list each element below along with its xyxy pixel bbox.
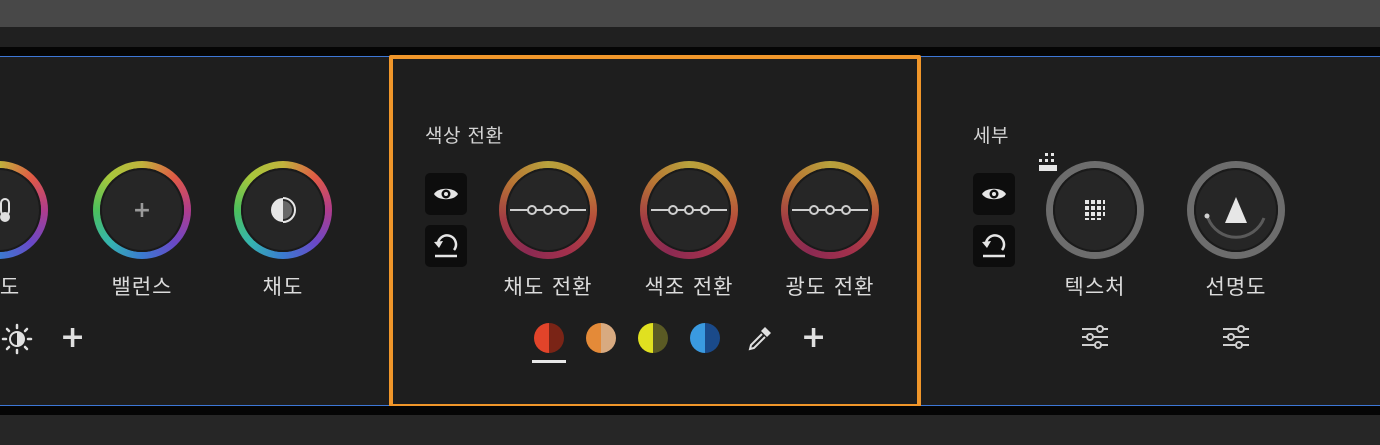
sharpen-label: 선명도 xyxy=(1205,275,1267,299)
sun-icon[interactable] xyxy=(0,322,34,356)
texture-badge-icon xyxy=(1039,153,1057,171)
sliders-icon[interactable] xyxy=(1080,323,1110,351)
balance-dial[interactable]: + xyxy=(93,161,191,259)
saturation-icon xyxy=(271,197,296,223)
detail-title: 세부 xyxy=(973,125,1009,147)
bottom-divider xyxy=(0,406,1380,415)
arc-indicator xyxy=(1204,213,1266,239)
texture-icon xyxy=(1085,200,1105,220)
texture-dial[interactable] xyxy=(1046,161,1144,259)
texture-label: 텍스처 xyxy=(1064,275,1126,299)
eye-icon xyxy=(982,188,1006,200)
thermometer-icon xyxy=(0,198,10,222)
temperature-dial[interactable] xyxy=(0,161,48,259)
sliders-icon[interactable] xyxy=(1221,323,1251,351)
detail-visibility-button[interactable] xyxy=(973,173,1015,215)
top-bar xyxy=(0,0,1380,27)
detail-reset-button[interactable] xyxy=(973,225,1015,267)
color-shift-highlight xyxy=(389,55,921,408)
balance-label: 밸런스 xyxy=(111,275,173,299)
bottom-spacer xyxy=(0,415,1380,445)
saturation-label: 채도 xyxy=(262,275,304,299)
saturation-dial[interactable] xyxy=(234,161,332,259)
plus-icon: + xyxy=(132,197,152,223)
undo-icon xyxy=(982,234,1006,258)
add-left-button[interactable]: + xyxy=(60,323,85,353)
sharpen-dial[interactable] xyxy=(1187,161,1285,259)
top-spacer xyxy=(0,27,1380,47)
